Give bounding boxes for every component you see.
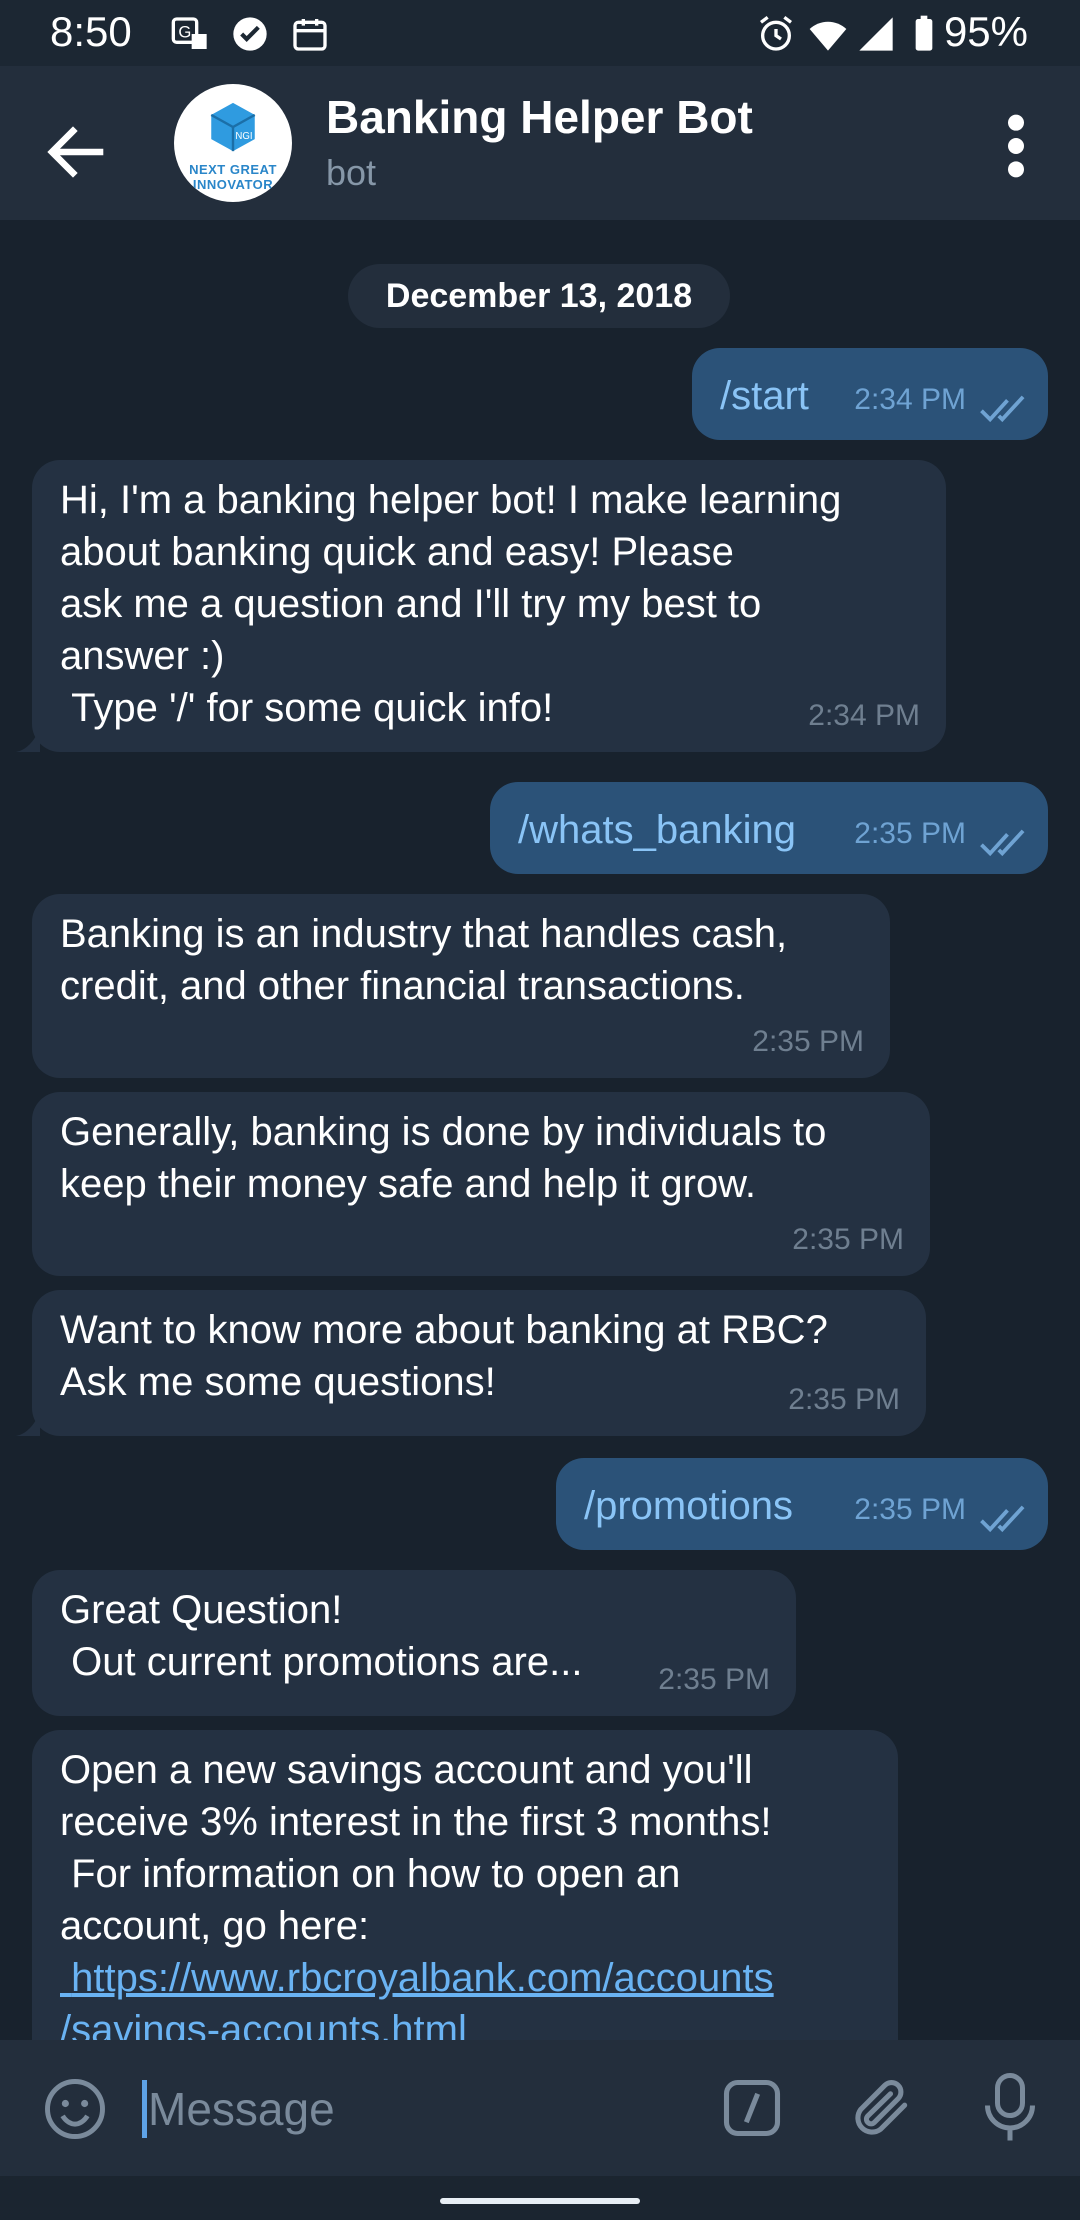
message-text: Want to know more about banking at RBC? … [60,1308,828,1404]
more-vert-icon[interactable] [992,106,1040,186]
chat-header: NGI NEXT GREAT INNOVATOR Banking Helper … [0,66,1080,220]
battery-icon [915,15,933,51]
message-composer [0,2040,1080,2176]
double-check-icon [980,395,1025,423]
message-text: Hi, I'm a banking helper bot! I make lea… [60,478,842,730]
outgoing-message[interactable]: /start 2:34 PM [692,348,1048,440]
message-time: 2:35 PM [788,1383,900,1416]
signal-icon [859,17,893,51]
back-arrow-icon[interactable] [40,116,112,188]
wifi-icon [809,21,847,51]
incoming-message[interactable]: Banking is an industry that handles cash… [32,894,890,1078]
system-nav-bar [0,2176,1080,2220]
bubble-tail [16,728,40,752]
incoming-message[interactable]: Hi, I'm a banking helper bot! I make lea… [32,460,946,752]
bubble-tail [16,1412,40,1436]
calendar-icon [293,19,327,51]
message-time: 2:34 PM [854,383,966,416]
incoming-message[interactable]: Generally, banking is done by individual… [32,1092,930,1276]
message-text: Open a new savings account and you'll re… [60,1748,772,1948]
svg-text:G: G [178,22,191,41]
message-text: Generally, banking is done by individual… [60,1110,827,1206]
message-text: Banking is an industry that handles cash… [60,912,788,1008]
check-circle-icon [233,17,267,51]
outgoing-message[interactable]: /whats_banking 2:35 PM [490,782,1048,874]
date-separator: December 13, 2018 [348,264,730,328]
svg-text:NGI: NGI [235,131,252,142]
promo-link[interactable]: https://www.rbcroyalbank.com/accounts /s… [60,1952,870,2040]
incoming-message[interactable]: Want to know more about banking at RBC? … [32,1290,926,1436]
cube-logo-icon: NGI [210,102,256,152]
double-check-icon [980,829,1025,857]
chat-title[interactable]: Banking Helper Bot [326,90,753,144]
message-time: 2:34 PM [808,699,920,732]
message-time: 2:35 PM [854,1493,966,1526]
message-list[interactable]: December 13, 2018 /start 2:34 PM Hi, I'm… [0,220,1080,2040]
alarm-icon [760,16,792,51]
status-bar: 8:50 G 95% [0,0,1080,66]
home-gesture-pill[interactable] [440,2198,640,2204]
message-input[interactable] [142,2070,670,2148]
message-time: 2:35 PM [792,1223,904,1256]
chat-subtitle: bot [326,152,377,193]
message-time: 2:35 PM [658,1663,770,1696]
battery-percent: 95% [943,8,1028,55]
bot-avatar[interactable]: NGI NEXT GREAT INNOVATOR [174,84,292,202]
bot-command-icon[interactable] [718,2074,786,2142]
avatar-label: NEXT GREAT INNOVATOR [189,162,277,192]
attach-icon[interactable] [848,2074,916,2142]
microphone-icon[interactable] [980,2070,1040,2146]
text-caret [142,2080,147,2138]
outgoing-message[interactable]: /promotions 2:35 PM [556,1458,1048,1550]
message-time: 2:35 PM [854,817,966,850]
double-check-icon [980,1505,1025,1533]
incoming-message[interactable]: Great Question! Out current promotions a… [32,1570,796,1716]
emoji-icon[interactable] [42,2076,108,2142]
incoming-message[interactable]: Open a new savings account and you'll re… [32,1730,898,2040]
translate-icon: G [171,17,207,49]
status-time: 8:50 [50,8,132,55]
message-time: 2:35 PM [752,1025,864,1058]
